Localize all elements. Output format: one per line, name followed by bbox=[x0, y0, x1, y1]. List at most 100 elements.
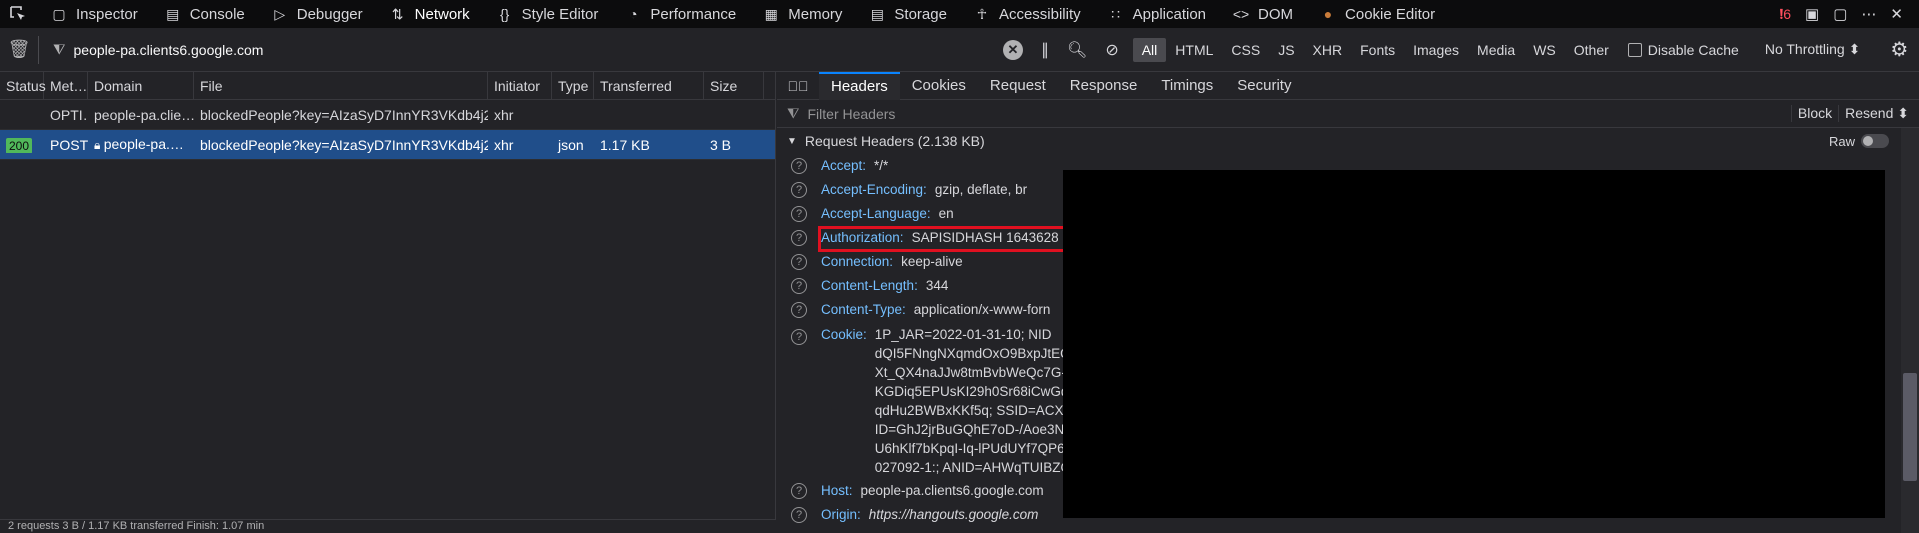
tab-label: Network bbox=[414, 5, 470, 23]
table-row[interactable]: 200 POST 🔒︎ people-pa.… blockedPeople?key=A… bbox=[0, 130, 775, 160]
table-row[interactable]: OPTI… people-pa.clie… blockedPeople?key=AI… bbox=[0, 100, 775, 130]
tab-label: Accessibility bbox=[998, 5, 1081, 23]
disable-cache-checkbox[interactable] bbox=[1627, 42, 1642, 57]
tab-label: Debugger bbox=[296, 5, 363, 23]
tab-cookies[interactable]: Cookies bbox=[900, 72, 978, 100]
disable-cache-toggle[interactable]: Disable Cache bbox=[1627, 41, 1739, 58]
help-icon[interactable]: ? bbox=[791, 278, 807, 294]
dock-icon[interactable]: ▢ bbox=[1833, 5, 1847, 23]
type-filter-media[interactable]: Media bbox=[1468, 38, 1524, 62]
tab-headers[interactable]: Headers bbox=[819, 71, 900, 100]
tab-request[interactable]: Request bbox=[978, 72, 1058, 100]
block-button[interactable]: Block bbox=[1790, 105, 1838, 122]
filter-headers-field[interactable]: ⧨ Filter Headers Block Resend ⬍ bbox=[777, 100, 1919, 128]
type-filter-css[interactable]: CSS bbox=[1222, 38, 1269, 62]
help-icon[interactable]: ? bbox=[791, 302, 807, 318]
tab-security[interactable]: Security bbox=[1225, 72, 1303, 100]
throttling-select[interactable]: No Throttling ⬍ bbox=[1765, 41, 1861, 58]
header-name: Host: bbox=[821, 483, 853, 498]
column-header-1[interactable]: Met… bbox=[44, 72, 88, 99]
tab-label: Storage bbox=[894, 5, 947, 23]
scrollbar[interactable] bbox=[1901, 128, 1919, 533]
tab-cookie-editor[interactable]: ● Cookie Editor bbox=[1305, 0, 1447, 28]
header-name: Accept: bbox=[821, 158, 867, 173]
cookie-icon: ● bbox=[1323, 6, 1333, 22]
toggle-sidebar-icon[interactable]: ▷⃒ bbox=[777, 78, 819, 94]
network-filter-bar: 🗑︎ ⧨ people-pa.clients6.google.com ✕ ∥ 🔍… bbox=[0, 28, 1919, 72]
tab-memory[interactable]: ▦ Memory bbox=[748, 0, 854, 28]
help-icon[interactable]: ? bbox=[791, 329, 807, 345]
help-icon[interactable]: ? bbox=[791, 182, 807, 198]
tab-storage[interactable]: ▤ Storage bbox=[854, 0, 959, 28]
raw-switch[interactable] bbox=[1861, 134, 1889, 148]
column-header-7[interactable]: Size bbox=[704, 72, 764, 99]
tab-accessibility[interactable]: ☥ Accessibility bbox=[959, 0, 1093, 28]
header-name: Connection: bbox=[821, 254, 894, 269]
resend-button[interactable]: Resend ⬍ bbox=[1838, 105, 1915, 122]
column-header-3[interactable]: File bbox=[194, 72, 488, 99]
trash-icon[interactable]: 🗑︎ bbox=[0, 39, 38, 60]
console-icon: ▤ bbox=[166, 5, 180, 22]
accessibility-icon: ☥ bbox=[976, 5, 988, 22]
type-filter-js[interactable]: JS bbox=[1269, 38, 1303, 62]
tab-dom[interactable]: <> DOM bbox=[1218, 0, 1305, 28]
tab-label: Inspector bbox=[76, 5, 138, 23]
tab-application[interactable]: ∷ Application bbox=[1093, 0, 1218, 28]
column-header-0[interactable]: Status bbox=[0, 72, 46, 99]
pause-icon[interactable]: ∥ bbox=[1041, 40, 1049, 60]
type-filter-fonts[interactable]: Fonts bbox=[1351, 38, 1404, 62]
split-console-icon[interactable]: ▣ bbox=[1805, 5, 1819, 23]
gauge-icon: ◔ bbox=[629, 6, 638, 22]
url-filter-field[interactable]: ⧨ people-pa.clients6.google.com bbox=[53, 41, 1003, 58]
raw-toggle[interactable]: Raw bbox=[1829, 134, 1889, 149]
help-icon[interactable]: ? bbox=[791, 206, 807, 222]
type-filter-other[interactable]: Other bbox=[1565, 38, 1618, 62]
help-icon[interactable]: ? bbox=[791, 158, 807, 174]
header-name: Content-Type: bbox=[821, 302, 906, 317]
help-icon[interactable]: ? bbox=[791, 230, 807, 246]
type-filter-all[interactable]: All bbox=[1132, 37, 1167, 62]
cell-status: 200 bbox=[0, 137, 44, 153]
request-table-body: OPTI… people-pa.clie… blockedPeople?key=AI… bbox=[0, 100, 775, 160]
tab-debugger[interactable]: ▷ Debugger bbox=[257, 0, 375, 28]
tab-timings[interactable]: Timings bbox=[1149, 72, 1225, 100]
request-headers-section[interactable]: ▼ Request Headers (2.138 KB) Raw bbox=[777, 128, 1919, 154]
column-header-6[interactable]: Transferred bbox=[594, 72, 704, 99]
more-options-icon[interactable]: ⋯ bbox=[1861, 5, 1876, 23]
code-icon: <> bbox=[1232, 6, 1250, 22]
close-icon[interactable]: ✕ bbox=[1890, 5, 1903, 23]
error-count-badge[interactable]: ❗︎6 bbox=[1779, 6, 1791, 23]
scrollbar-thumb[interactable] bbox=[1903, 373, 1917, 481]
column-header-4[interactable]: Initiator bbox=[488, 72, 552, 99]
help-icon[interactable]: ? bbox=[791, 254, 807, 270]
raw-label: Raw bbox=[1828, 133, 1855, 149]
column-header-2[interactable]: Domain bbox=[88, 72, 194, 99]
element-picker-icon[interactable] bbox=[0, 0, 36, 28]
column-header-5[interactable]: Type bbox=[552, 72, 594, 99]
tab-inspector[interactable]: ▢ Inspector bbox=[36, 0, 150, 28]
request-table-header: Status Met… Domain File Initiator Type Transfe… bbox=[0, 72, 775, 100]
cell-file: blockedPeople?key=AIzaSyD7InnYR3VKdb4j2 bbox=[200, 136, 488, 153]
disable-cache-label: Disable Cache bbox=[1647, 41, 1739, 58]
help-icon[interactable]: ? bbox=[791, 507, 807, 523]
search-icon[interactable]: 🔍︎ bbox=[1067, 40, 1087, 60]
gear-icon[interactable]: ⚙ bbox=[1890, 37, 1908, 62]
help-icon[interactable]: ? bbox=[791, 483, 807, 499]
toolbar-right: ❗︎6 ▣ ▢ ⋯ ✕ bbox=[1779, 0, 1919, 28]
type-filter-html[interactable]: HTML bbox=[1166, 38, 1222, 62]
tab-style-editor[interactable]: {} Style Editor bbox=[482, 0, 611, 28]
clear-filter-icon[interactable]: ✕ bbox=[1003, 39, 1023, 60]
type-filter-xhr[interactable]: XHR bbox=[1304, 38, 1352, 62]
block-icon[interactable]: ⊘ bbox=[1105, 40, 1118, 60]
tab-network[interactable]: ⇅ Network bbox=[375, 0, 482, 28]
lock-icon: 🔒︎ bbox=[94, 138, 104, 152]
type-filter-images[interactable]: Images bbox=[1404, 38, 1468, 62]
status-badge: 200 bbox=[6, 137, 33, 153]
tab-performance[interactable]: ◔ Performance bbox=[610, 0, 748, 28]
cell-initiator: xhr bbox=[494, 106, 514, 123]
tab-console[interactable]: ▤ Console bbox=[150, 0, 257, 28]
divider bbox=[38, 35, 39, 64]
type-filter-ws[interactable]: WS bbox=[1524, 38, 1565, 62]
tab-label: Application bbox=[1132, 5, 1207, 23]
tab-response[interactable]: Response bbox=[1058, 72, 1150, 100]
